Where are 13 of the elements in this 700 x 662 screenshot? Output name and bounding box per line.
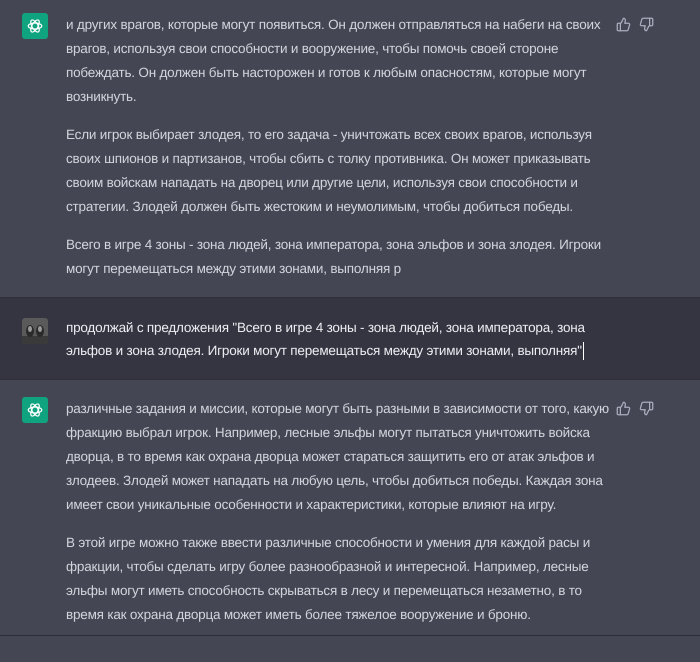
thumbs-up-icon[interactable] <box>616 401 631 416</box>
assistant-avatar-icon <box>22 13 48 39</box>
thumbs-down-icon[interactable] <box>639 401 654 416</box>
message-text: Всего в игре 4 зоны - зона людей, зона императора, зона эльфов и зона злодея. Игроки могут перемещаться между этими зонами, выполняя р <box>66 236 602 278</box>
message-text: Если игрок выбирает злодея, то его задача - уничтожать всех своих врагов, используя своих шпионов и партизанов, чтобы сбить с толку противника. Он может приказывать своим войскам нападать на дворец или другие цели, используя свои способности и стратегии. Злодей должен быть жестоким и неумолимым, чтобы добиться победы. <box>66 126 593 216</box>
message-text: В этой игре можно также ввести различные способности и умения для каждой расы и фракции, чтобы сделать игру более разнообразной и интересной. Например, лесные эльфы могут иметь способность скрываться в лесу и перемещаться незаметно, в то время как охрана дворца может иметь более тяжелое вооружение и броню. <box>66 534 592 624</box>
message-text: различные задания и миссии, которые могут быть разными в зависимости от того, какую фракцию выбрал игрок. Например, лесные эльфы могут пытаться уничтожить войска дворца, в то время как охрана дворца может стараться защитить его от атак эльфов и злодеев. Злодей может нападать на любую цель, чтобы добиться победы. Каждая зона имеет свои уникальные особенности и характеристики, которые влияют на игру. <box>66 400 610 514</box>
assistant-avatar-icon <box>22 397 48 423</box>
message-text: и других врагов, которые могут появиться. Он должен отправляться на набеги на своих врагов, используя свои способности и вооружение, чтобы помочь своей стороне побеждать. Он должен быть насторожен и готов к любым опасностям, которые могут возникнуть. <box>66 16 602 106</box>
thumbs-down-icon[interactable] <box>639 17 654 32</box>
text-cursor <box>582 342 584 360</box>
message-text: продолжай с предложения "Всего в игре 4 зоны - зона людей, зона императора, зона эльфов и зона злодея. Игроки могут перемещаться между этими зонами, выполняя" <box>66 316 614 362</box>
thumbs-up-icon[interactable] <box>616 17 631 32</box>
